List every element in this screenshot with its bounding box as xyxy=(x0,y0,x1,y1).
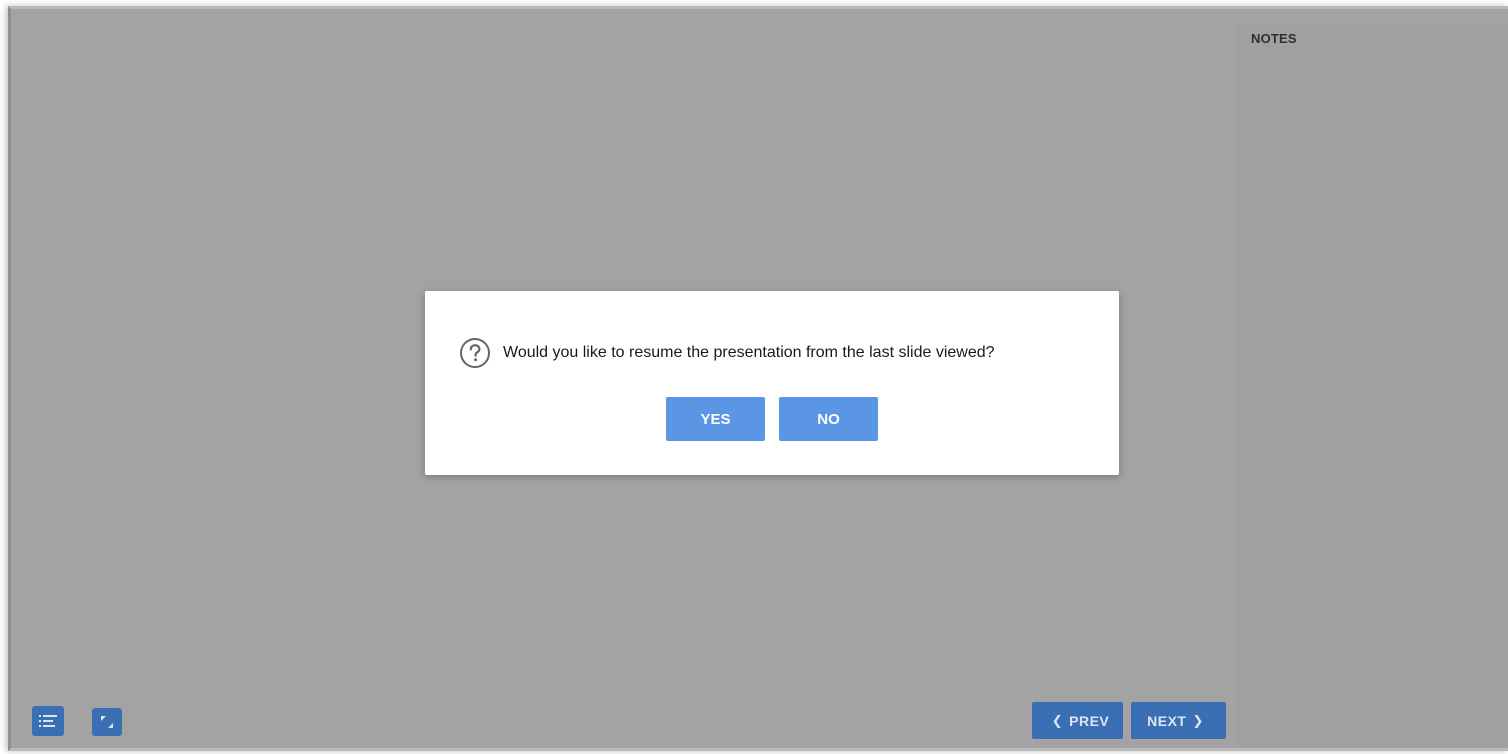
table-of-contents-button[interactable] xyxy=(32,706,64,736)
fullscreen-button[interactable] xyxy=(92,708,122,736)
next-label: NEXT xyxy=(1147,712,1187,729)
yes-button[interactable]: YES xyxy=(666,397,765,441)
chevron-right-icon: ❯ xyxy=(1192,712,1204,728)
chevron-left-icon: ❮ xyxy=(1051,712,1064,728)
list-menu-icon xyxy=(39,715,57,727)
prev-label: PREV xyxy=(1069,712,1110,729)
prev-button[interactable]: ❮ PREV xyxy=(1032,702,1123,739)
expand-icon xyxy=(101,716,113,728)
resume-dialog: Would you like to resume the presentatio… xyxy=(425,291,1119,475)
slide-stage: Would you like to resume the presentatio… xyxy=(11,9,1238,748)
notes-title: NOTES xyxy=(1251,31,1297,46)
dialog-message: Would you like to resume the presentatio… xyxy=(459,335,995,371)
dialog-message-text: Would you like to resume the presentatio… xyxy=(503,344,995,361)
no-button[interactable]: NO xyxy=(779,397,878,441)
player-window: Would you like to resume the presentatio… xyxy=(8,6,1508,751)
help-circle-icon xyxy=(460,338,490,368)
next-button[interactable]: NEXT ❯ xyxy=(1131,702,1226,739)
notes-panel: NOTES xyxy=(1238,23,1508,748)
